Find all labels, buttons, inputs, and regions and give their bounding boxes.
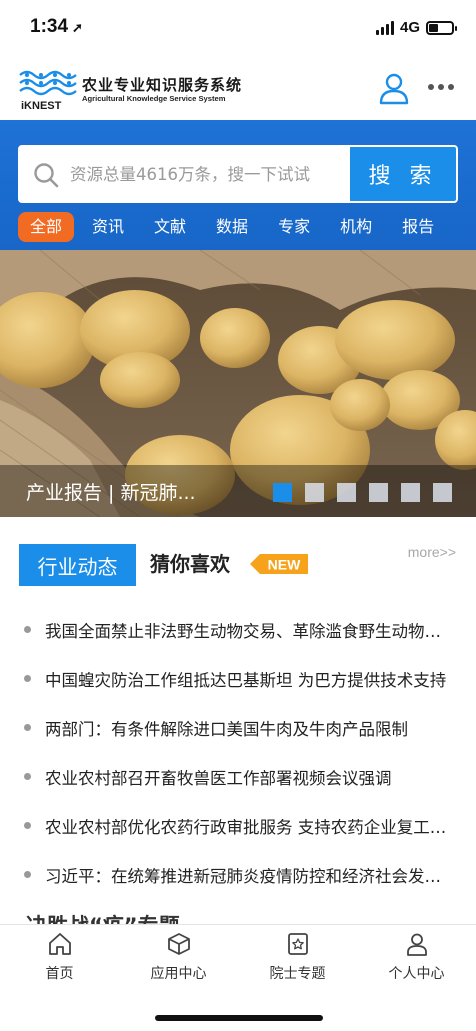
signal-icon bbox=[375, 20, 394, 35]
category-tab-all[interactable]: 全部 bbox=[18, 212, 75, 242]
news-item-title: 两部门：有条件解除进口美国牛肉及牛肉产品限制 bbox=[45, 719, 408, 739]
news-item[interactable]: 农业农村部优化农药行政审批服务 支持农药企业复工复产 bbox=[0, 801, 476, 850]
star-doc-icon bbox=[287, 933, 308, 955]
app-title: 农业专业知识服务系统 bbox=[82, 76, 243, 94]
search-button[interactable]: 搜 索 bbox=[350, 147, 456, 201]
news-item[interactable]: 中国蝗灾防治工作组抵达巴基斯坦 为巴方提供技术支持 bbox=[0, 654, 476, 703]
status-time: 1:34 ➚ bbox=[30, 16, 83, 38]
home-icon bbox=[48, 933, 71, 955]
more-options-icon[interactable] bbox=[428, 84, 458, 94]
news-item-title: 我国全面禁止非法野生动物交易、革除滥食野生动物陋习 bbox=[45, 621, 450, 641]
new-badge-text: NEW bbox=[268, 557, 301, 573]
category-tab-institutions[interactable]: 机构 bbox=[328, 212, 384, 242]
new-badge: NEW bbox=[250, 552, 310, 576]
category-tab-reports[interactable]: 报告 bbox=[390, 212, 446, 242]
user-icon[interactable] bbox=[376, 70, 412, 106]
logo-wordmark: iKNEST bbox=[21, 100, 62, 112]
news-tabs: 行业动态 猜你喜欢 NEW more>> bbox=[0, 540, 476, 590]
bullet-icon bbox=[24, 675, 31, 682]
category-tab-literature[interactable]: 文献 bbox=[142, 212, 198, 242]
nav-label-home: 首页 bbox=[45, 966, 74, 982]
category-tabs: 全部 资讯 文献 数据 专家 机构 报告 bbox=[18, 212, 452, 242]
banner-caption: 产业报告 | 新冠肺... bbox=[26, 482, 196, 504]
carousel-dot[interactable] bbox=[433, 483, 452, 502]
nav-label-personal: 个人中心 bbox=[388, 966, 445, 982]
tab-industry-news[interactable]: 行业动态 bbox=[19, 544, 136, 586]
banner-carousel[interactable]: 产业报告 | 新冠肺... bbox=[0, 250, 476, 517]
app-header: iKNEST 农业专业知识服务系统 Agricultural Knowledge… bbox=[0, 58, 476, 120]
news-item-title: 中国蝗灾防治工作组抵达巴基斯坦 为巴方提供技术支持 bbox=[45, 670, 447, 690]
bottom-nav: 首页 应用中心 院士专题 个人中心 bbox=[0, 924, 476, 1031]
carousel-dot[interactable] bbox=[337, 483, 356, 502]
new-badge-icon: NEW bbox=[250, 554, 308, 574]
search-input[interactable] bbox=[70, 147, 350, 201]
search-icon bbox=[34, 163, 59, 188]
carousel-dot[interactable] bbox=[305, 483, 324, 502]
nav-item-app-center[interactable]: 应用中心 bbox=[119, 931, 238, 987]
app-logo-icon: iKNEST bbox=[19, 70, 77, 112]
category-tab-experts[interactable]: 专家 bbox=[266, 212, 322, 242]
network-type: 4G bbox=[399, 19, 420, 36]
carousel-dot[interactable] bbox=[369, 483, 388, 502]
more-link[interactable]: more>> bbox=[408, 544, 456, 560]
nav-label-academician: 院士专题 bbox=[269, 966, 326, 982]
bullet-icon bbox=[24, 871, 31, 878]
carousel-indicators bbox=[273, 483, 452, 502]
home-indicator[interactable] bbox=[155, 1015, 323, 1021]
news-item-title: 农业农村部召开畜牧兽医工作部署视频会议强调 bbox=[45, 768, 392, 788]
battery-icon bbox=[426, 20, 457, 35]
search-band: 搜 索 全部 资讯 文献 数据 专家 机构 报告 bbox=[0, 120, 476, 250]
category-tab-data[interactable]: 数据 bbox=[204, 212, 260, 242]
news-item[interactable]: 习近平：在统筹推进新冠肺炎疫情防控和经济社会发展工作 bbox=[0, 850, 476, 899]
cube-icon bbox=[167, 933, 190, 955]
app-subtitle: Agricultural Knowledge Service System bbox=[82, 94, 226, 103]
news-item-title: 农业农村部优化农药行政审批服务 支持农药企业复工复产 bbox=[45, 817, 450, 837]
news-item-title: 习近平：在统筹推进新冠肺炎疫情防控和经济社会发展工作 bbox=[45, 866, 450, 886]
news-item[interactable]: 农业农村部召开畜牧兽医工作部署视频会议强调 bbox=[0, 752, 476, 801]
carousel-dot[interactable] bbox=[401, 483, 420, 502]
news-item[interactable]: 两部门：有条件解除进口美国牛肉及牛肉产品限制 bbox=[0, 703, 476, 752]
status-time-text: 1:34 bbox=[30, 16, 69, 37]
status-bar: 1:34 ➚ 4G bbox=[0, 0, 476, 58]
carousel-dot[interactable] bbox=[273, 483, 292, 502]
bullet-icon bbox=[24, 626, 31, 633]
news-list: 我国全面禁止非法野生动物交易、革除滥食野生动物陋习 中国蝗灾防治工作组抵达巴基斯… bbox=[0, 605, 476, 899]
nav-item-home[interactable]: 首页 bbox=[0, 931, 119, 987]
status-indicators: 4G bbox=[375, 19, 457, 36]
person-icon bbox=[406, 933, 427, 956]
bullet-icon bbox=[24, 822, 31, 829]
nav-label-app-center: 应用中心 bbox=[150, 966, 207, 982]
nav-item-personal[interactable]: 个人中心 bbox=[357, 931, 476, 987]
news-item[interactable]: 我国全面禁止非法野生动物交易、革除滥食野生动物陋习 bbox=[0, 605, 476, 654]
search-box: 搜 索 bbox=[18, 145, 458, 203]
location-arrow-icon: ➚ bbox=[72, 20, 83, 35]
tab-guess-you-like[interactable]: 猜你喜欢 bbox=[150, 548, 230, 577]
bullet-icon bbox=[24, 724, 31, 731]
bullet-icon bbox=[24, 773, 31, 780]
nav-item-academician[interactable]: 院士专题 bbox=[238, 931, 357, 987]
category-tab-news[interactable]: 资讯 bbox=[80, 212, 136, 242]
